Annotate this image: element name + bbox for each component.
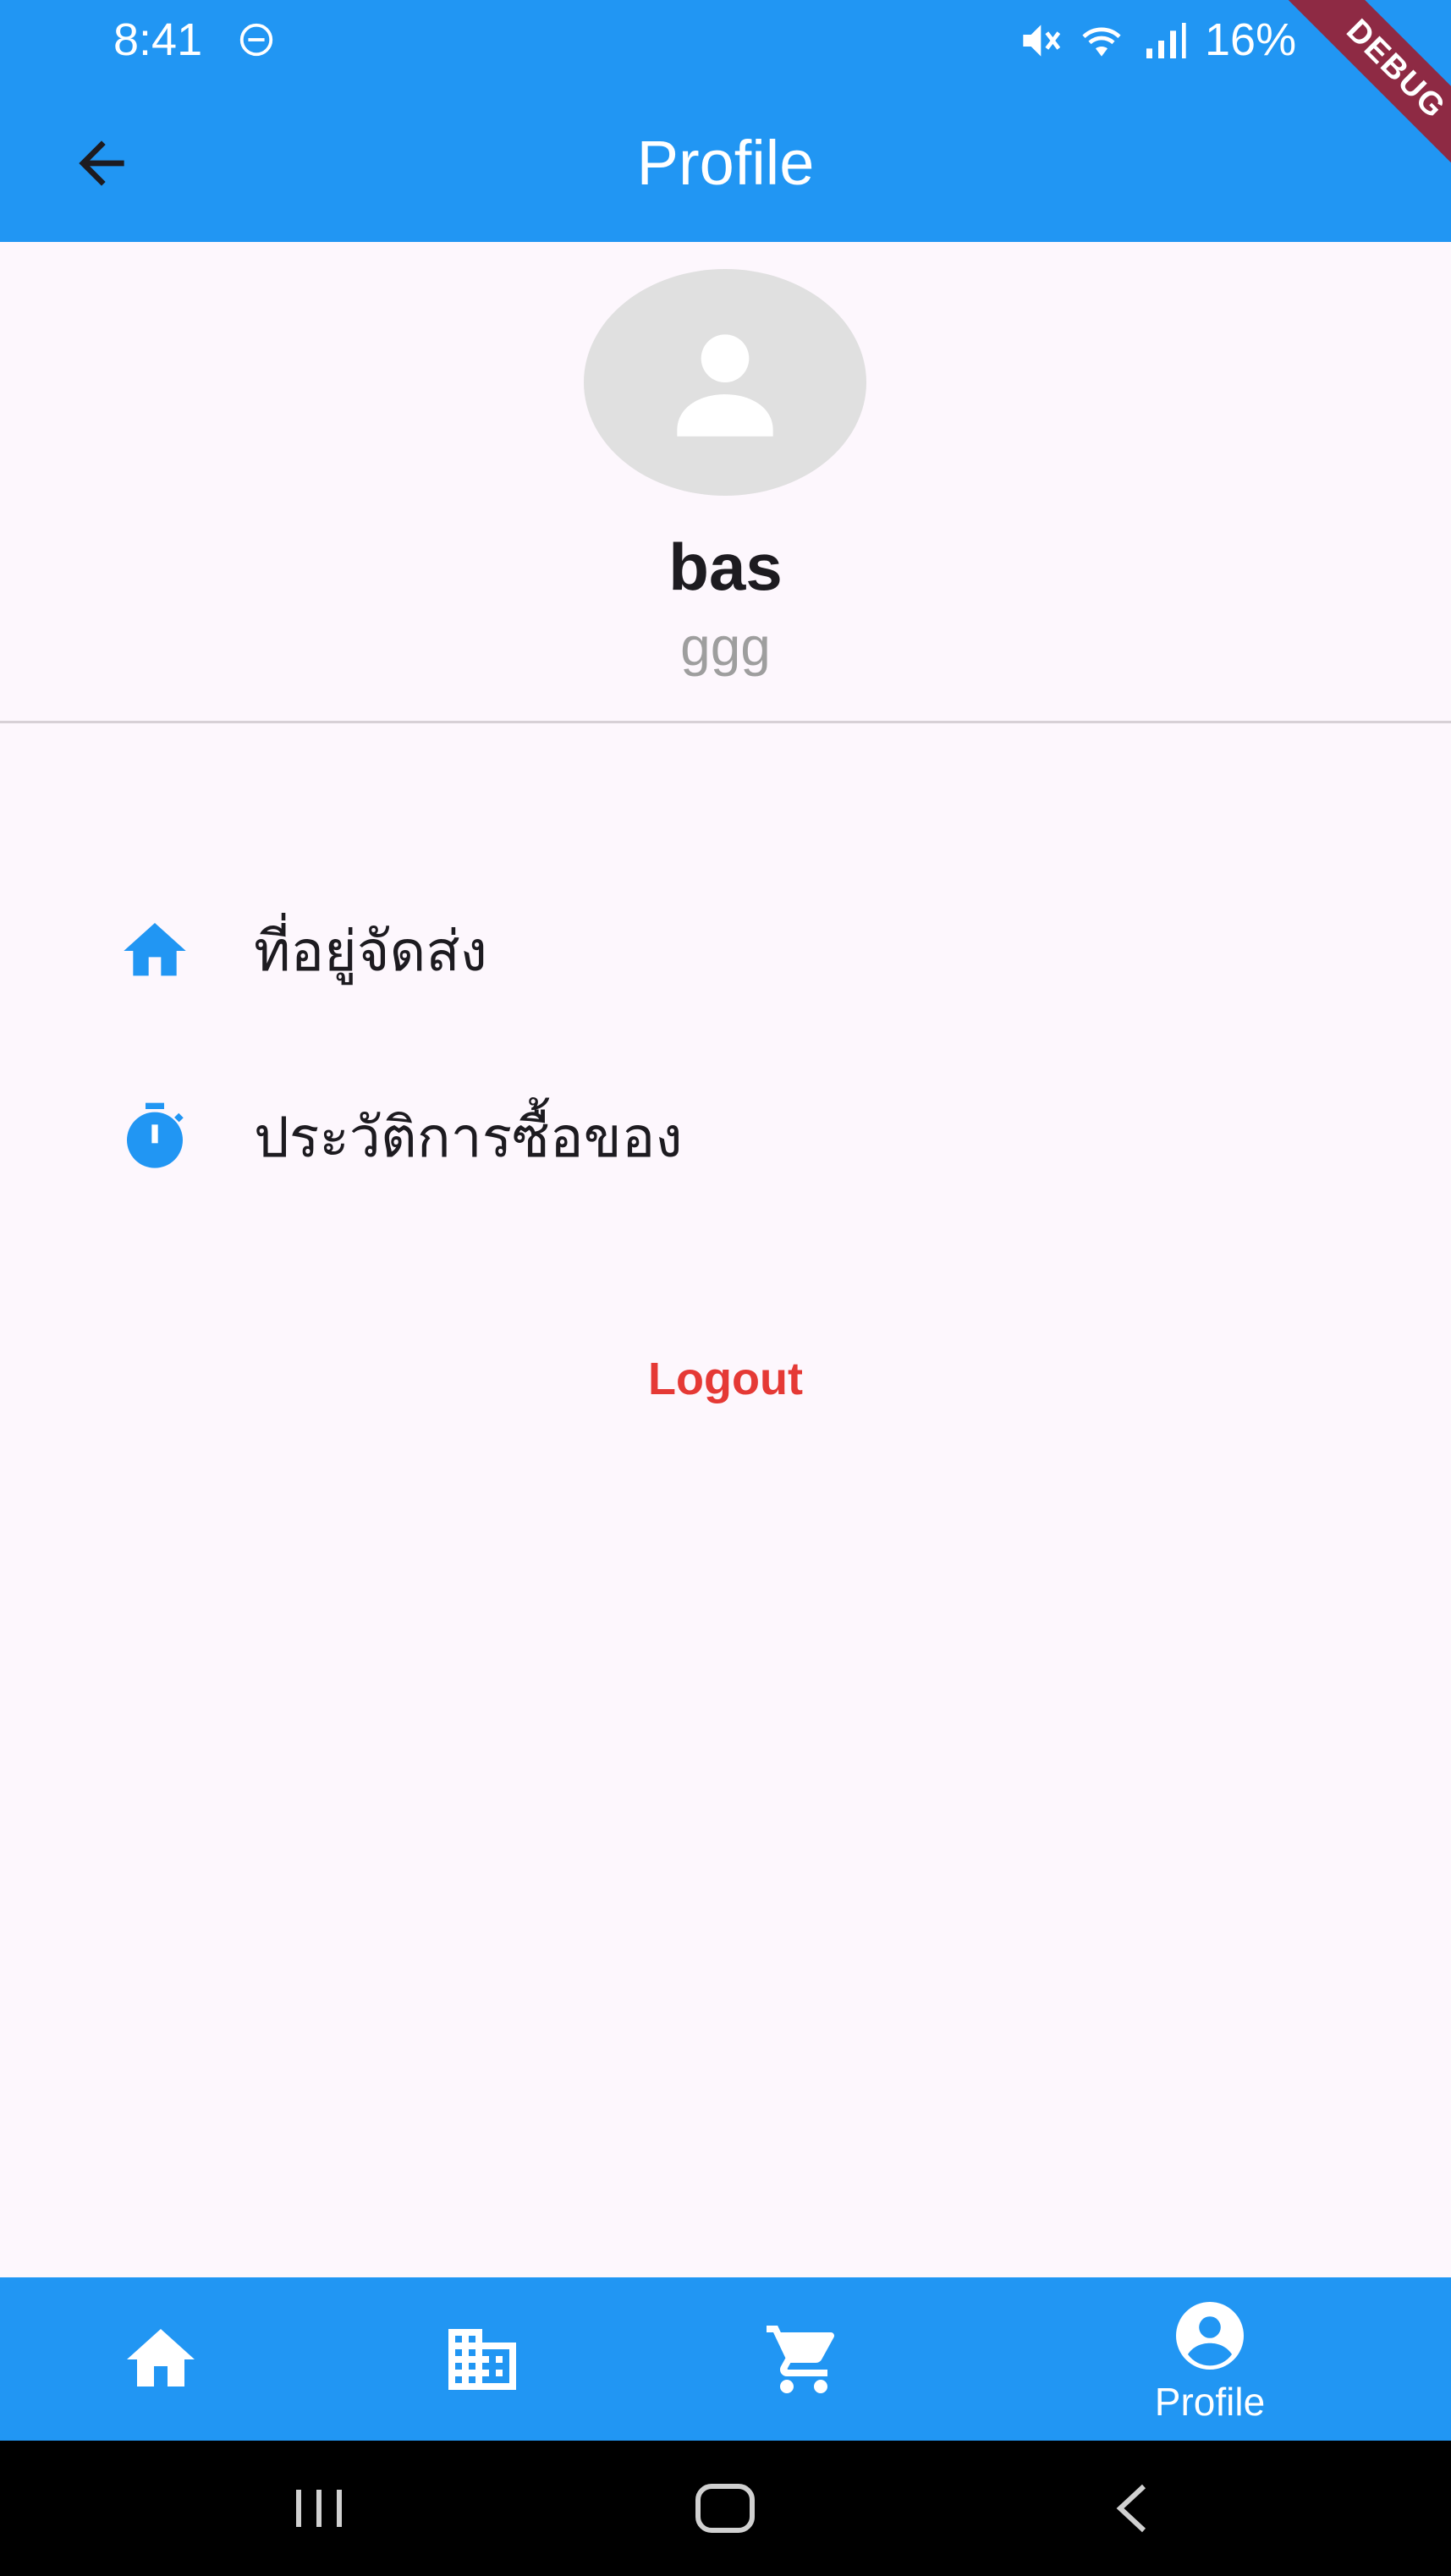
menu-item-label: ที่อยู่จัดส่ง <box>254 919 487 982</box>
nav-item-home[interactable] <box>76 2277 245 2441</box>
signal-icon <box>1146 23 1186 58</box>
mute-icon <box>1023 25 1061 57</box>
person-icon <box>677 334 773 437</box>
account-circle-icon <box>1176 2301 1244 2370</box>
logout-button[interactable]: Logout <box>592 1345 859 1413</box>
nav-item-profile[interactable]: Profile <box>1100 2277 1320 2441</box>
timer-icon <box>117 1099 193 1175</box>
nav-item-label: Profile <box>1154 2379 1266 2424</box>
status-icons <box>1015 15 1188 66</box>
chevron-left-icon <box>1116 2484 1146 2533</box>
home-system-button[interactable] <box>640 2441 810 2576</box>
recent-apps-icon <box>296 2490 342 2527</box>
debug-label: DEBUG <box>1269 0 1451 196</box>
menu-item-shipping-address[interactable]: ที่อยู่จัดส่ง <box>0 866 1451 1035</box>
cart-icon <box>767 2325 835 2393</box>
bottom-nav: Profile <box>0 2277 1451 2441</box>
nav-item-business[interactable] <box>398 2277 567 2441</box>
menu-item-purchase-history[interactable]: ประวัติการซื้อของ <box>0 1052 1451 1222</box>
home-icon <box>117 913 193 989</box>
home-icon <box>127 2328 195 2387</box>
recent-apps-button[interactable] <box>235 2441 404 2576</box>
debug-banner: DEBUG <box>1252 0 1451 199</box>
status-time: 8:41 <box>113 14 203 65</box>
wifi-icon <box>1082 27 1121 57</box>
back-system-button[interactable] <box>1047 2441 1217 2576</box>
page-title: Profile <box>636 128 815 198</box>
profile-name: bas <box>668 530 783 604</box>
divider <box>0 721 1451 723</box>
nav-item-cart[interactable] <box>719 2277 888 2441</box>
menu-item-label: ประวัติการซื้อของ <box>254 1105 683 1168</box>
home-square-icon <box>695 2484 755 2533</box>
do-not-disturb-icon <box>239 23 273 57</box>
business-icon <box>448 2328 516 2390</box>
avatar <box>584 269 866 496</box>
profile-email: ggg <box>680 616 771 677</box>
system-nav-bar <box>0 2441 1451 2576</box>
